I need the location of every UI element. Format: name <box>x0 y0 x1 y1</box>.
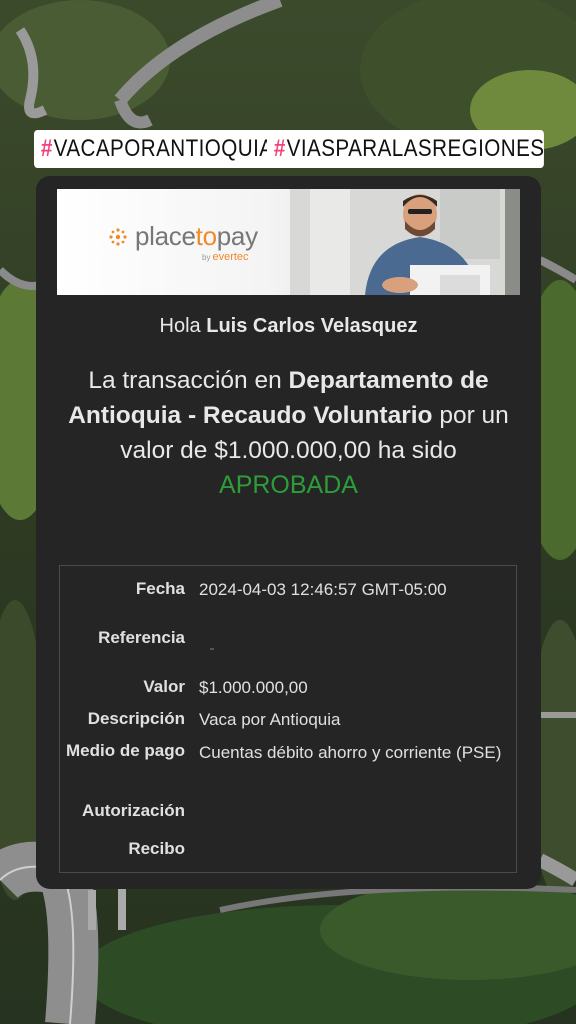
hash-symbol: # <box>40 135 53 162</box>
transaction-message: La transacción en Departamento de Antioq… <box>66 363 511 503</box>
logo-wordmark: placetopay <box>135 221 258 251</box>
detail-label: Medio de pago <box>66 741 185 760</box>
hash-symbol: # <box>273 135 286 162</box>
person-with-laptop-image <box>290 189 520 295</box>
hashtag-text: VACAPORANTIOQUIA <box>53 135 274 162</box>
hashtag-vias-para-las-regiones[interactable]: # VIASPARALASREGIONES <box>267 130 544 168</box>
detail-label: Autorización <box>82 801 185 820</box>
detail-label: Recibo <box>128 839 185 858</box>
detail-label: Referencia <box>98 628 185 647</box>
placetopay-banner: placetopay by evertec <box>57 189 520 295</box>
hashtag-text: VIASPARALASREGIONES <box>286 135 545 162</box>
detail-value: 2024-04-03 12:46:57 GMT-05:00 <box>199 580 447 599</box>
placetopay-logo: placetopay by evertec <box>107 221 258 263</box>
detail-label: Valor <box>143 677 185 696</box>
placetopay-dot-icon <box>109 228 127 246</box>
detail-label: Fecha <box>135 579 185 598</box>
greeting: Hola Luis Carlos Velasquez <box>36 315 541 338</box>
detail-value: Vaca por Antioquia <box>199 710 341 729</box>
logo-evertec: by evertec <box>202 251 249 263</box>
detail-value: Cuentas débito ahorro y corriente (PSE) <box>199 743 502 762</box>
customer-name: Luis Carlos Velasquez <box>206 315 418 337</box>
message-intro: La transacción en <box>88 367 289 394</box>
greeting-prefix: Hola <box>159 315 201 337</box>
redacted-mark <box>210 634 515 655</box>
hashtag-vaca-por-antioquia[interactable]: # VACAPORANTIOQUIA <box>34 130 289 168</box>
detail-label: Descripción <box>87 709 185 728</box>
detail-value: $1.000.000,00 <box>199 678 308 697</box>
status-approved: APROBADA <box>219 471 358 499</box>
transaction-card: placetopay by evertec Hola Luis Carlos Ve… <box>36 176 541 889</box>
transaction-details-table: Fecha 2024-04-03 12:46:57 GMT-05:00 Refe… <box>59 565 517 873</box>
